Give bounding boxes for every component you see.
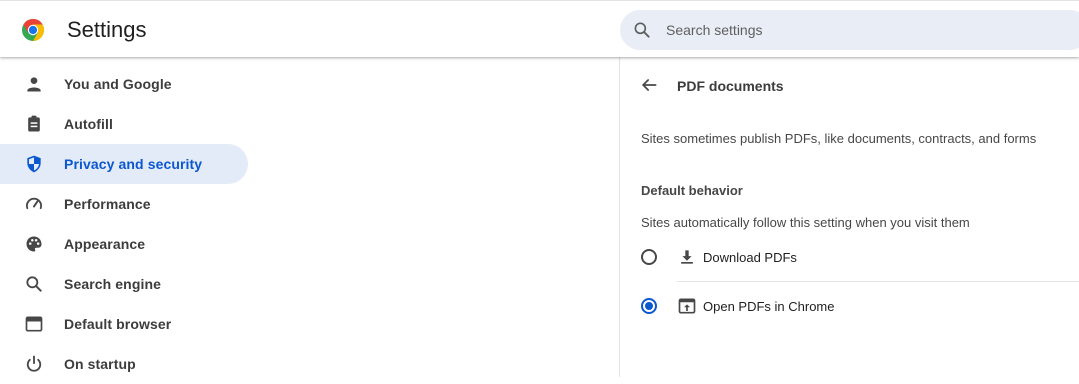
sidebar-item-label: Performance xyxy=(64,196,151,212)
download-pdfs-option[interactable]: Download PDFs xyxy=(641,239,1079,275)
sidebar-item-privacy-and-security[interactable]: Privacy and security xyxy=(0,144,248,184)
sidebar-item-label: Search engine xyxy=(64,276,162,292)
clipboard-icon xyxy=(28,115,40,132)
sidebar-item-appearance[interactable]: Appearance xyxy=(0,224,248,264)
pdf-documents-panel: PDF documents Sites sometimes publish PD… xyxy=(619,57,1079,377)
sidebar-item-default-browser[interactable]: Default browser xyxy=(0,304,248,344)
sidebar-item-label: Default browser xyxy=(64,316,172,332)
option-label: Open PDFs in Chrome xyxy=(703,299,835,314)
sidebar-item-autofill[interactable]: Autofill xyxy=(0,104,248,144)
sidebar-item-search-engine[interactable]: Search engine xyxy=(0,264,248,304)
sidebar-item-label: Privacy and security xyxy=(64,156,203,172)
search-input[interactable] xyxy=(666,10,1066,50)
sidebar-item-label: Autofill xyxy=(64,116,114,132)
open-pdfs-in-chrome-radio[interactable] xyxy=(641,298,657,314)
sidebar-item-label: You and Google xyxy=(64,76,172,92)
sidebar-item-performance[interactable]: Performance xyxy=(0,184,248,224)
search-icon xyxy=(26,276,42,292)
speedometer-icon xyxy=(26,197,42,210)
download-icon xyxy=(681,250,693,264)
power-icon xyxy=(26,355,42,372)
sidebar-item-label: Appearance xyxy=(64,236,146,252)
page-title: PDF documents xyxy=(677,78,784,94)
palette-icon xyxy=(26,236,42,252)
panel-description: Sites sometimes publish PDFs, like docum… xyxy=(641,131,1037,146)
sidebar-item-on-startup[interactable]: On startup xyxy=(0,344,248,384)
browser-window-icon xyxy=(25,316,43,332)
chrome-logo-icon xyxy=(22,19,45,41)
open-in-browser-icon xyxy=(678,298,696,314)
sidebar-item-you-and-google[interactable]: You and Google xyxy=(0,64,248,104)
search-box[interactable] xyxy=(620,10,1079,50)
section-heading: Default behavior xyxy=(641,183,743,198)
download-pdfs-radio[interactable] xyxy=(641,249,657,265)
search-icon xyxy=(634,22,650,38)
sidebar-nav: You and Google Autofill Privacy and secu… xyxy=(0,64,260,384)
open-pdfs-in-chrome-option[interactable]: Open PDFs in Chrome xyxy=(641,288,1079,324)
app-title: Settings xyxy=(67,17,147,42)
section-subtext: Sites automatically follow this setting … xyxy=(641,215,970,230)
app-header: Settings xyxy=(0,0,1079,57)
sidebar-item-label: On startup xyxy=(64,356,136,372)
person-icon xyxy=(27,77,41,92)
option-divider xyxy=(677,281,1079,282)
back-arrow-icon[interactable] xyxy=(639,75,659,95)
option-label: Download PDFs xyxy=(703,250,797,265)
shield-icon xyxy=(27,155,41,173)
